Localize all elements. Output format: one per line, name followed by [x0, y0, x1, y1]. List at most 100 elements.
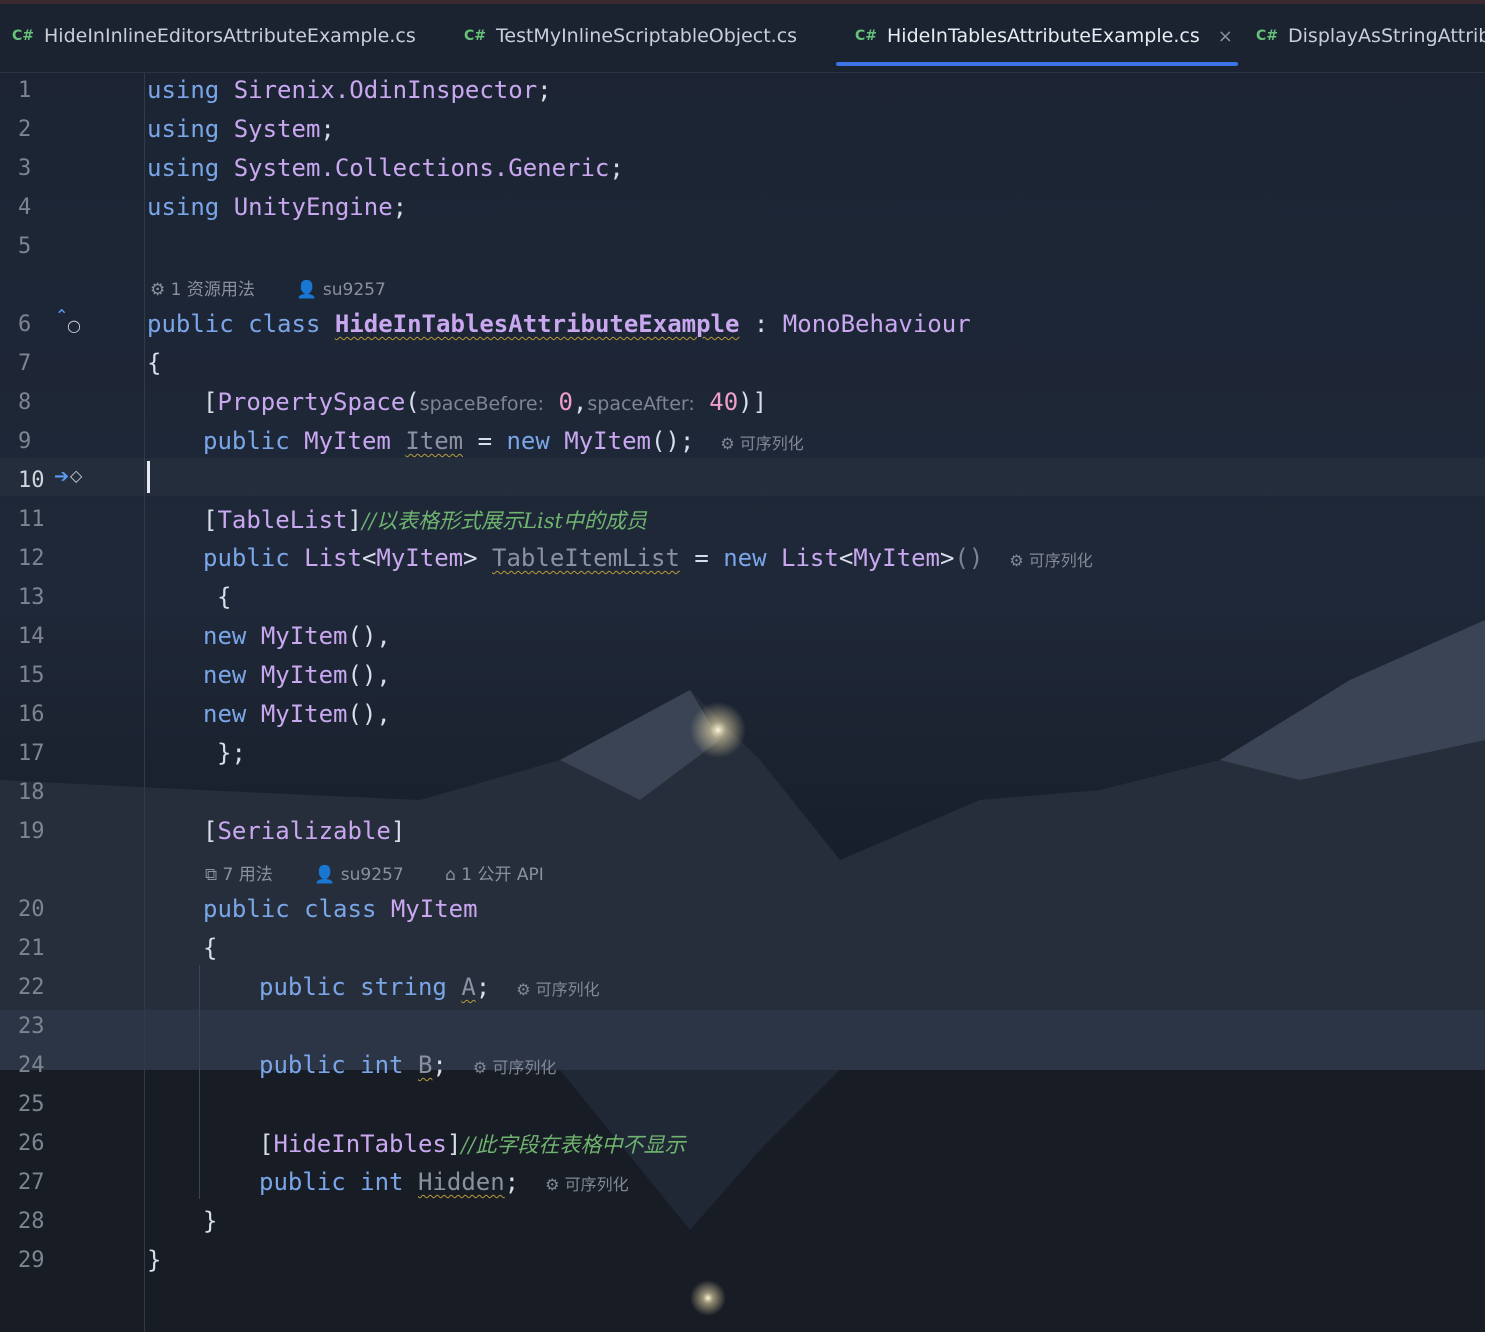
code-line[interactable]: 16 new MyItem(), — [0, 694, 1485, 733]
tab-hide-in-tables-active[interactable]: C# HideInTablesAttributeExample.cs × — [855, 4, 1233, 68]
usages-lens[interactable]: ⧉ 7 用法 — [205, 865, 291, 885]
code-line[interactable]: 21 { — [0, 928, 1485, 967]
asset-usages-lens[interactable]: ⚙ 1 资源用法 — [150, 280, 273, 300]
line-number: 25 — [18, 1092, 45, 1117]
code-line[interactable]: 17 }; — [0, 733, 1485, 772]
code-text: } — [203, 1207, 218, 1235]
close-icon[interactable]: × — [1218, 26, 1233, 47]
csharp-file-icon: C# — [12, 28, 35, 44]
execution-arrow-icon[interactable]: ➔ — [54, 466, 69, 487]
tab-test-my-inline-scriptable-object[interactable]: C# TestMyInlineScriptableObject.cs — [464, 4, 797, 68]
code-line[interactable]: 14 new MyItem(), — [0, 616, 1485, 655]
line-number: 14 — [18, 624, 45, 649]
line-number: 29 — [18, 1248, 45, 1273]
code-line[interactable]: 3 using System.Collections.Generic; — [0, 148, 1485, 187]
code-line[interactable]: 11 [TableList]//以表格形式展示List中的成员 — [0, 499, 1485, 538]
code-line[interactable]: 29 } — [0, 1240, 1485, 1279]
code-text: [HideInTables]//此字段在表格中不显示 — [259, 1130, 686, 1158]
code-line[interactable]: 9 public MyItem Item = new MyItem(); ⚙ 可序… — [0, 421, 1485, 460]
code-line[interactable]: 7 { — [0, 343, 1485, 382]
tab-label: TestMyInlineScriptableObject.cs — [496, 25, 798, 47]
code-text: public MyItem Item = new MyItem(); ⚙ 可序列化 — [203, 427, 804, 455]
line-number: 9 — [18, 429, 32, 454]
code-text: { — [203, 934, 218, 962]
line-number: 17 — [18, 741, 45, 766]
line-number: 23 — [18, 1014, 45, 1039]
code-line-current[interactable]: 10 ➔ ◇ — [0, 460, 1485, 499]
tab-label: HideInInlineEditorsAttributeExample.cs — [44, 25, 416, 47]
ide-window: C# HideInInlineEditorsAttributeExample.c… — [0, 0, 1485, 1332]
parameter-hint: spaceAfter: — [587, 393, 695, 415]
line-number: 3 — [18, 156, 32, 181]
code-text: }; — [217, 739, 246, 767]
public-api-lens[interactable]: ⌂ 1 公开 API — [445, 865, 562, 885]
line-number: 19 — [18, 819, 45, 844]
line-number: 12 — [18, 546, 45, 571]
author-lens[interactable]: 👤 su9257 — [314, 865, 421, 885]
line-number: 24 — [18, 1053, 45, 1078]
code-line[interactable]: 28 } — [0, 1201, 1485, 1240]
tab-hide-in-inline-editors[interactable]: C# HideInInlineEditorsAttributeExample.c… — [12, 4, 416, 68]
code-lens-myitem: ⧉ 7 用法 👤 su9257 ⌂ 1 公开 API — [205, 860, 580, 885]
code-text: new MyItem(), — [203, 700, 391, 728]
tab-label: HideInTablesAttributeExample.cs — [887, 25, 1200, 47]
line-number: 26 — [18, 1131, 45, 1156]
line-number: 18 — [18, 780, 45, 805]
code-text: } — [147, 1246, 162, 1274]
csharp-file-icon: C# — [464, 28, 487, 44]
serializable-inlay-hint: ⚙ 可序列化 — [1009, 551, 1093, 570]
code-comment: //以表格形式展示List中的成员 — [361, 509, 647, 533]
line-number: 16 — [18, 702, 45, 727]
code-line[interactable]: 15 new MyItem(), — [0, 655, 1485, 694]
code-lens-main-class: ⚙ 1 资源用法 👤 su9257 — [150, 275, 422, 300]
code-text: using System; — [147, 115, 335, 143]
line-number: 27 — [18, 1170, 45, 1195]
code-text: public int Hidden; ⚙ 可序列化 — [259, 1168, 629, 1196]
code-text: new MyItem(), — [203, 661, 391, 689]
code-line[interactable]: 20 public class MyItem — [0, 889, 1485, 928]
tab-display-as-string[interactable]: C# DisplayAsStringAttribu — [1256, 4, 1485, 68]
code-line[interactable]: 12 public List<MyItem> TableItemList = n… — [0, 538, 1485, 577]
code-line[interactable]: 8 [PropertySpace(spaceBefore: 0,spaceAft… — [0, 382, 1485, 421]
code-line[interactable]: 6 ⌃ ○ public class HideInTablesAttribute… — [0, 304, 1485, 343]
code-line[interactable]: 22 public string A; ⚙ 可序列化 — [0, 967, 1485, 1006]
code-line[interactable]: 13 { — [0, 577, 1485, 616]
author-lens[interactable]: 👤 su9257 — [296, 280, 403, 300]
code-text: new MyItem(), — [203, 622, 391, 650]
code-text: using System.Collections.Generic; — [147, 154, 624, 182]
code-text: public List<MyItem> TableItemList = new … — [203, 544, 1093, 572]
unity-script-icon[interactable]: ○ — [67, 316, 81, 335]
code-line[interactable]: 2 using System; — [0, 109, 1485, 148]
code-text: { — [147, 349, 162, 377]
csharp-file-icon: C# — [1256, 28, 1279, 44]
code-line[interactable]: 27 public int Hidden; ⚙ 可序列化 — [0, 1162, 1485, 1201]
breakpoint-hint-icon[interactable]: ◇ — [70, 466, 82, 485]
code-line[interactable]: 19 [Serializable] — [0, 811, 1485, 850]
code-line[interactable]: 25 — [0, 1084, 1485, 1123]
line-number: 1 — [18, 78, 32, 103]
code-line[interactable]: 24 public int B; ⚙ 可序列化 — [0, 1045, 1485, 1084]
code-comment: //此字段在表格中不显示 — [461, 1133, 686, 1157]
tab-label: DisplayAsStringAttribu — [1288, 25, 1485, 47]
code-line[interactable]: 26 [HideInTables]//此字段在表格中不显示 — [0, 1123, 1485, 1162]
code-line[interactable]: 18 — [0, 772, 1485, 811]
serializable-inlay-hint: ⚙ 可序列化 — [472, 1058, 557, 1077]
line-number: 15 — [18, 663, 45, 688]
line-number: 6 — [18, 312, 32, 337]
code-text: public int B; ⚙ 可序列化 — [259, 1051, 557, 1079]
line-number: 20 — [18, 897, 45, 922]
serializable-inlay-hint: ⚙ 可序列化 — [516, 980, 600, 999]
code-text: public string A; ⚙ 可序列化 — [259, 973, 600, 1001]
line-number: 28 — [18, 1209, 45, 1234]
code-text: public class MyItem — [203, 895, 478, 923]
code-text: [Serializable] — [203, 817, 406, 845]
parameter-hint: spaceBefore: — [419, 393, 545, 415]
line-number: 4 — [18, 195, 32, 220]
code-text: using UnityEngine; — [147, 193, 408, 221]
line-number: 11 — [18, 507, 45, 532]
code-line[interactable]: 23 — [0, 1006, 1485, 1045]
csharp-file-icon: C# — [855, 28, 878, 44]
code-line[interactable]: 1 using Sirenix.OdinInspector; — [0, 70, 1485, 109]
code-line[interactable]: 5 — [0, 226, 1485, 265]
code-line[interactable]: 4 using UnityEngine; — [0, 187, 1485, 226]
